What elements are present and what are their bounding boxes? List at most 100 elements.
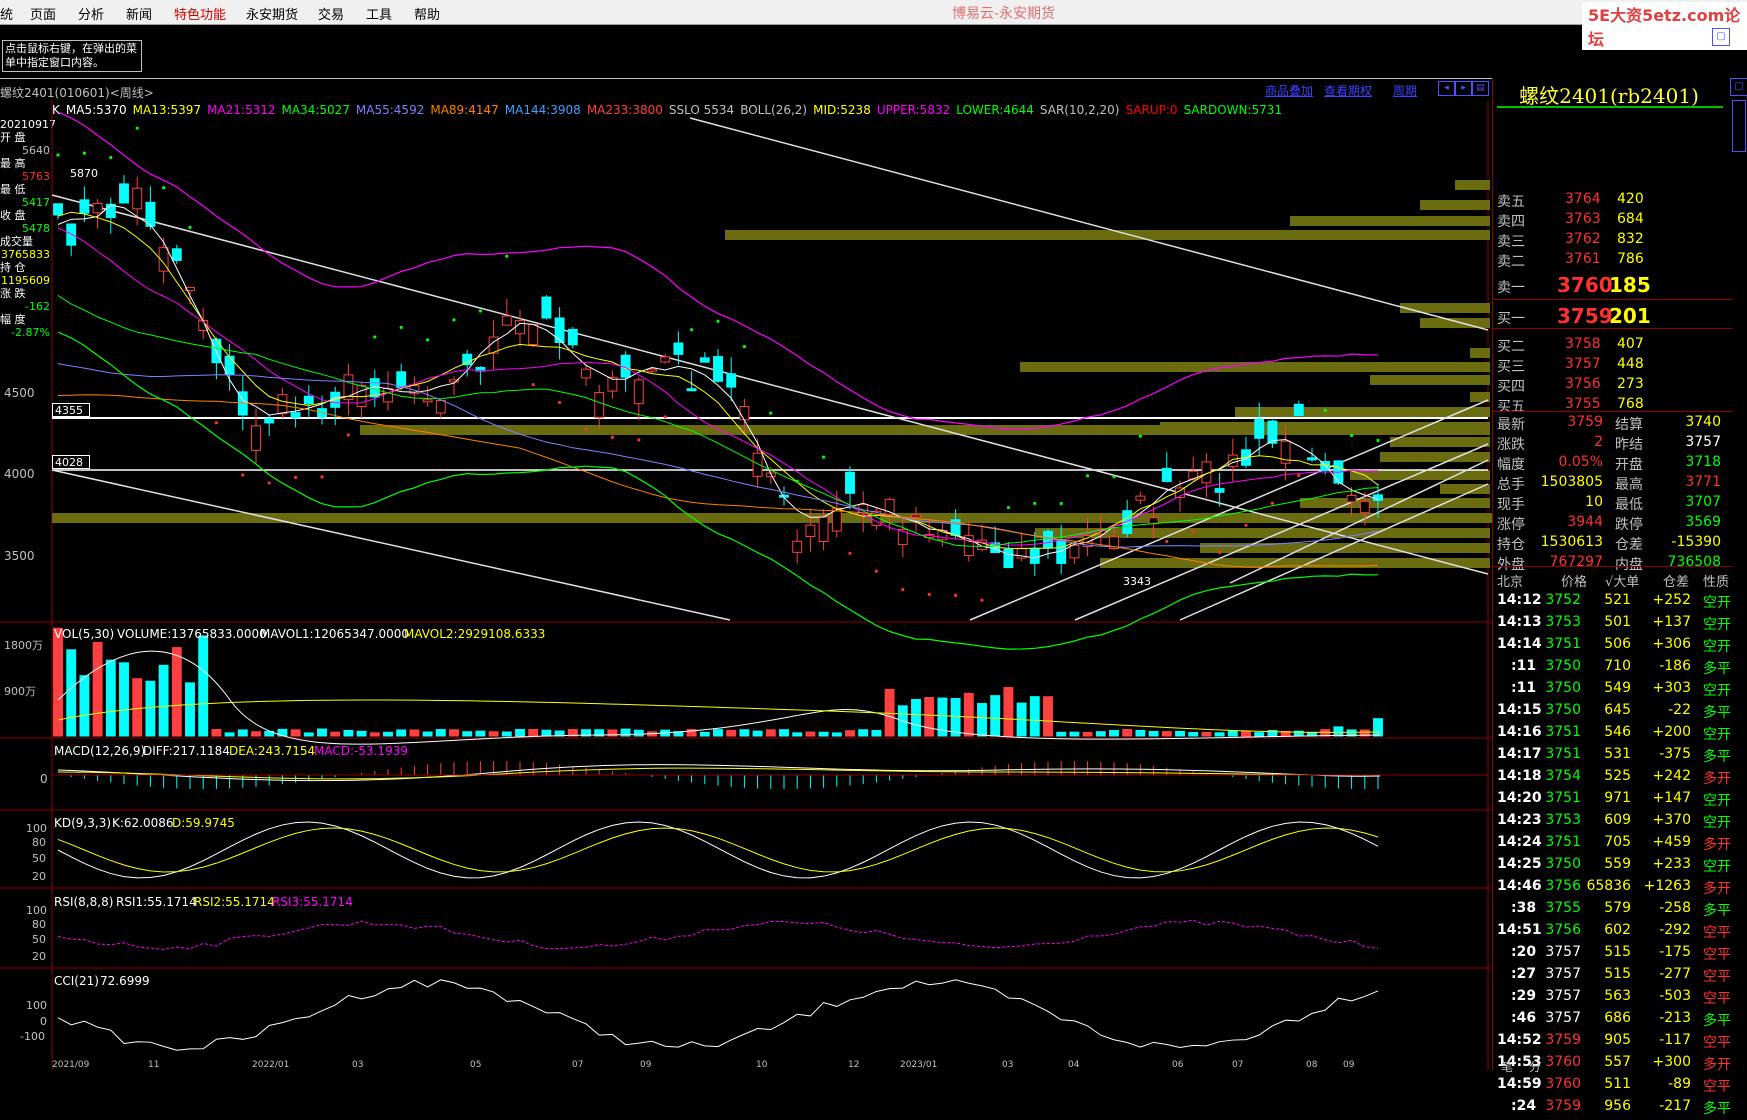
tick-row: 14:14 3751 506 +306 空开 <box>1493 636 1733 658</box>
volume-bar-68 <box>950 698 961 737</box>
tab-trades[interactable]: 笔 <box>1501 1058 1513 1075</box>
x-tick-15: 09 <box>1343 1060 1355 1070</box>
macd-diff: DIFF:217.1184 <box>143 744 230 758</box>
tick-nature: 多平 <box>1703 1101 1731 1117</box>
tick-volume: 515 <box>1604 944 1631 960</box>
axis-price-4000: 4000 <box>4 467 35 481</box>
candle-body-34 <box>501 315 512 326</box>
tick-price: 3759 <box>1545 1098 1581 1114</box>
candle-body-0 <box>53 203 63 216</box>
axis-price-4500: 4500 <box>4 386 35 400</box>
stat-label: 最新 <box>1497 417 1525 433</box>
ask-volume: 684 <box>1617 211 1644 227</box>
volume-bar-26 <box>396 729 407 737</box>
sar-dot-2 <box>82 151 86 155</box>
sar-dot-90 <box>1244 523 1248 527</box>
tick-nature: 多平 <box>1703 1013 1731 1029</box>
volume-profile-bar-17 <box>1300 498 1490 508</box>
sar-dot-26 <box>399 325 403 330</box>
tick-nature: 多平 <box>1703 661 1731 677</box>
tick-time: 14:25 <box>1497 856 1542 872</box>
volume-bar-82 <box>1135 729 1146 737</box>
stat-label-2: 仓差 <box>1615 537 1643 553</box>
vol-axis-900: 900万 <box>4 685 36 698</box>
bid-price: 3755 <box>1565 396 1601 412</box>
candle-body-13 <box>224 355 235 376</box>
sar-dot-32 <box>478 309 482 313</box>
kd-k-line <box>57 821 1379 879</box>
panel-restore-icon[interactable]: ▢ <box>1730 78 1747 96</box>
sar-dot-8 <box>162 186 166 190</box>
sar-dot-84 <box>1165 539 1169 544</box>
volume-profile-bar-6 <box>1470 348 1490 358</box>
tick-oi-change: +300 <box>1652 1054 1691 1070</box>
bid-row-2: 买二 3758 407 <box>1493 336 1733 356</box>
x-tick-6: 09 <box>640 1060 652 1070</box>
volume-bar-11 <box>198 635 209 737</box>
volume-bar-32 <box>475 730 486 737</box>
candle-body-4 <box>105 203 116 219</box>
stat-label: 现手 <box>1497 497 1525 513</box>
candle-body-48 <box>686 388 697 392</box>
tick-oi-change: +303 <box>1652 680 1691 696</box>
quote-divider-3 <box>1493 566 1733 567</box>
x-tick-0: 2021/09 <box>52 1060 90 1070</box>
tick-time: 14:46 <box>1497 878 1542 894</box>
ask-volume: 832 <box>1617 231 1644 247</box>
volume-bar-1 <box>66 649 77 737</box>
volume-bar-88 <box>1214 732 1225 737</box>
stat-value-2: 3771 <box>1685 474 1721 490</box>
stat-value: 1530613 <box>1540 534 1603 550</box>
stat-label-2: 昨结 <box>1615 437 1643 453</box>
ask-row-2: 卖二 3761 786 <box>1493 251 1733 271</box>
volume-bar-100 <box>1373 718 1383 737</box>
kd-title: KD(9,3,3) <box>54 816 112 830</box>
tick-volume: 645 <box>1604 702 1631 718</box>
tick-volume: 686 <box>1604 1010 1631 1026</box>
sar-dot-34 <box>505 254 509 258</box>
tick-nature: 空平 <box>1703 947 1731 963</box>
candle-body-65 <box>911 514 921 518</box>
volume-bar-21 <box>330 731 341 737</box>
x-tick-4: 05 <box>470 1060 482 1070</box>
stat-value: 10 <box>1585 494 1603 510</box>
rsi-title: RSI(8,8,8) <box>54 895 114 909</box>
tick-price: 3751 <box>1545 636 1581 652</box>
candle-body-44 <box>633 379 644 405</box>
tab-minutes[interactable]: 分 <box>1529 1058 1541 1075</box>
volume-bar-66 <box>924 697 935 737</box>
tick-price: 3753 <box>1545 812 1581 828</box>
sar-dot-0 <box>56 153 60 157</box>
kline-chart[interactable] <box>0 0 1492 1070</box>
tick-oi-change: -277 <box>1659 966 1691 982</box>
tick-nature: 空开 <box>1703 727 1731 743</box>
side-scroll[interactable] <box>1732 100 1746 152</box>
restore-window-button[interactable]: ▢ <box>1712 28 1730 46</box>
sar-dot-72 <box>1006 505 1011 510</box>
volume-bar-9 <box>171 647 182 737</box>
stat-value-2: 3740 <box>1685 414 1721 430</box>
tick-row: 14:23 3753 609 +370 空开 <box>1493 812 1733 834</box>
tick-oi-change: -258 <box>1659 900 1691 916</box>
volume-bar-61 <box>858 729 869 737</box>
x-tick-7: 10 <box>756 1060 768 1070</box>
tick-row: 14:46 3756 65836 +1263 多开 <box>1493 878 1733 900</box>
tick-volume: 602 <box>1604 922 1631 938</box>
volume-bar-77 <box>1069 731 1080 737</box>
tick-row: :20 3757 515 -175 空平 <box>1493 944 1733 966</box>
candle-body-45 <box>647 368 657 372</box>
volume-profile-bar-12 <box>360 425 1490 435</box>
volume-bar-25 <box>383 731 393 737</box>
volume-bar-85 <box>1175 730 1185 737</box>
tick-nature: 空开 <box>1703 793 1731 809</box>
candle-body-50 <box>713 356 723 382</box>
x-tick-14: 08 <box>1306 1060 1318 1070</box>
cci-line <box>57 979 1379 1051</box>
stat-value-2: -15390 <box>1671 534 1721 550</box>
volume-bar-22 <box>343 729 354 737</box>
volume-bar-19 <box>303 732 314 737</box>
volume-bar-15 <box>251 731 261 737</box>
candle-body-72 <box>1003 548 1014 569</box>
candle-body-17 <box>277 394 288 415</box>
tick-price: 3750 <box>1545 702 1581 718</box>
